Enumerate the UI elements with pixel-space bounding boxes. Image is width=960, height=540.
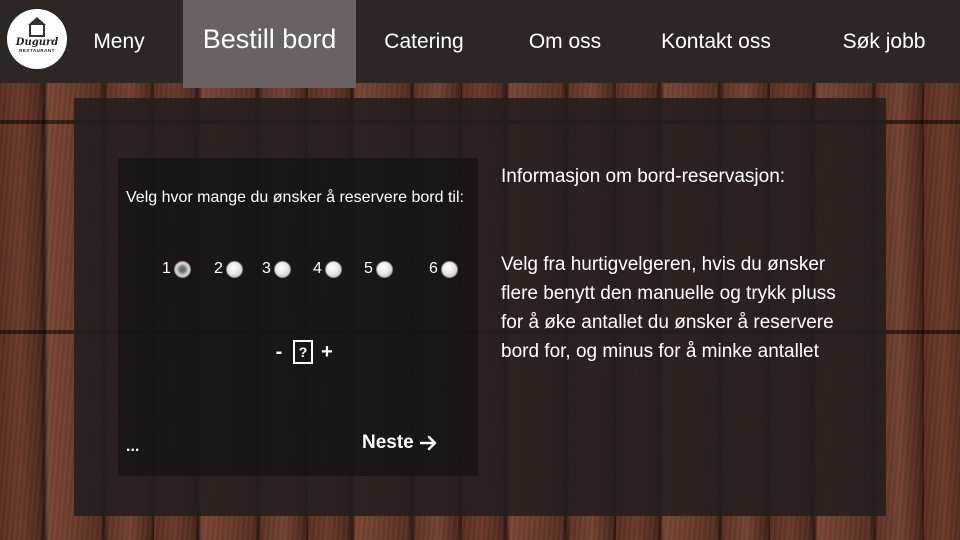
increment-button[interactable]: + [320,341,334,364]
top-navigation: Dugurd RESTAURANT Meny Bestill bord Cate… [0,0,960,88]
quick-option-1[interactable]: 1 [162,258,191,280]
radio-button[interactable] [273,260,291,278]
party-size-question: Velg hvor mange du ønsker å reservere bo… [126,189,464,206]
radio-button[interactable] [440,260,458,278]
nav-item-om-oss[interactable]: Om oss [518,0,612,83]
decrement-button[interactable]: - [272,341,286,364]
logo-title: Dugurd [15,37,59,48]
nav-item-sok-jobb[interactable]: Søk jobb [832,0,936,83]
quick-option-label: 6 [429,260,438,277]
next-button-label: Neste [362,432,414,453]
quick-option-2[interactable]: 2 [214,258,243,280]
quick-option-label: 3 [262,260,271,277]
info-body: Velg fra hurtigvelgeren, hvis du ønsker … [501,254,836,362]
nav-item-meny[interactable]: Meny [80,0,158,83]
quick-option-label: 4 [313,260,322,277]
next-button[interactable]: Neste [362,432,438,454]
quick-option-label: 2 [214,260,223,277]
quick-option-4[interactable]: 4 [313,258,342,280]
radio-button-selected[interactable] [173,260,191,278]
arrow-right-icon [419,435,436,451]
quick-option-6[interactable]: 6 [429,258,458,280]
quick-option-label: 1 [162,260,171,277]
radio-button[interactable] [375,260,393,278]
barn-icon [28,17,46,37]
logo-tagline: RESTAURANT [19,48,55,53]
quick-option-label: 5 [364,260,373,277]
nav-item-kontakt-oss[interactable]: Kontakt oss [650,0,782,83]
quick-option-3[interactable]: 3 [262,258,291,280]
nav-item-catering[interactable]: Catering [372,0,476,83]
quick-option-5[interactable]: 5 [364,258,393,280]
radio-button[interactable] [225,260,243,278]
ellipsis-text: ... [126,438,140,455]
party-size-stepper: - ? + [272,340,334,364]
info-title: Informasjon om bord-reservasjon: [501,166,786,187]
restaurant-logo[interactable]: Dugurd RESTAURANT [7,9,67,69]
party-size-value[interactable]: ? [293,340,313,364]
radio-button[interactable] [324,260,342,278]
nav-item-bestill-bord[interactable]: Bestill bord [183,0,356,88]
